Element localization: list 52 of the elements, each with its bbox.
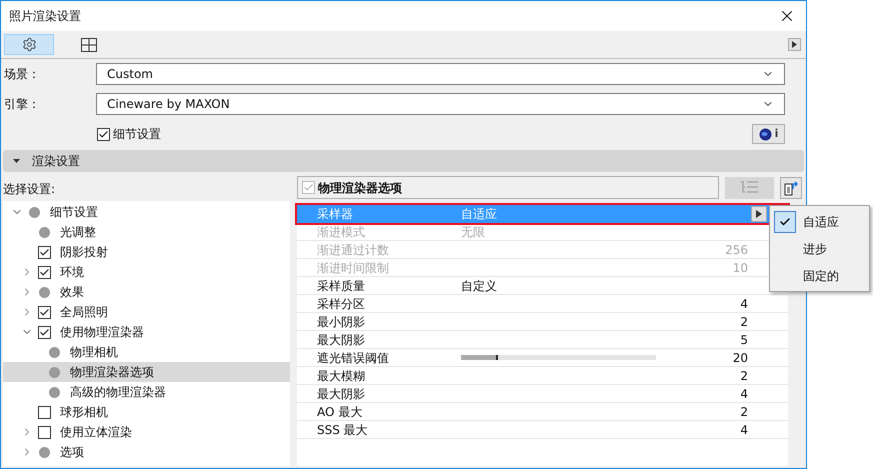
export-button[interactable] xyxy=(780,176,802,198)
tree-item[interactable]: 光调整 xyxy=(3,222,290,242)
grid-icon xyxy=(81,38,97,52)
property-row[interactable]: AO 最大 2 xyxy=(297,403,788,421)
checkbox[interactable] xyxy=(38,406,51,418)
property-row[interactable]: 最小阴影 2 xyxy=(297,313,788,331)
field-label: 场景： xyxy=(4,66,41,83)
menu-arrow-button[interactable] xyxy=(751,206,767,222)
property-row[interactable]: SSS 最大 4 xyxy=(297,421,788,439)
tree-item[interactable]: 使用物理渲染器 xyxy=(3,322,290,342)
tree-item[interactable]: 细节设置 xyxy=(3,202,290,222)
section-header[interactable]: 渲染设置 xyxy=(3,150,804,172)
dropdown[interactable]: Cineware by MAXON xyxy=(96,93,785,115)
window-title: 照片渲染设置 xyxy=(9,8,81,25)
tree-item[interactable]: 物理相机 xyxy=(3,342,290,362)
tree-item[interactable]: 高级的物理渲染器 xyxy=(3,382,290,402)
tree-item[interactable]: 选项 xyxy=(3,442,290,462)
checkbox[interactable] xyxy=(38,306,51,318)
checkbox[interactable] xyxy=(302,181,315,194)
checkbox[interactable] xyxy=(38,326,51,338)
checkbox-label[interactable]: 细节设置 xyxy=(97,125,161,143)
list-icon xyxy=(741,181,758,194)
checkbox[interactable] xyxy=(38,426,51,438)
select-label: 选择设置: xyxy=(3,180,56,198)
toolbar-tab[interactable] xyxy=(4,34,54,55)
tree-item[interactable]: 效果 xyxy=(3,282,290,302)
tree-item[interactable]: 球形相机 xyxy=(3,402,290,422)
property-row[interactable]: 最大阴影 4 xyxy=(297,385,788,403)
property-row[interactable]: 遮光错误阈值 20 xyxy=(297,349,788,367)
property-row[interactable]: 最大阴影 5 xyxy=(297,331,788,349)
property-row[interactable]: 采样分区 4 xyxy=(297,295,788,313)
tree-item[interactable]: 阴影投射 xyxy=(3,242,290,262)
field-label: 引擎： xyxy=(4,96,41,113)
tree-item[interactable]: 全局照明 xyxy=(3,302,290,322)
check-icon xyxy=(779,216,791,228)
checkbox[interactable] xyxy=(38,266,51,278)
collapse-icon xyxy=(13,159,20,163)
tree-item[interactable]: 物理渲染器选项 xyxy=(3,362,290,382)
panel-header: 物理渲染器选项 xyxy=(297,176,719,199)
engine-info-button[interactable]: i xyxy=(752,124,785,144)
checkbox[interactable] xyxy=(97,128,110,140)
settings-icon xyxy=(22,37,36,52)
sphere-icon xyxy=(758,128,772,140)
dropdown[interactable]: Custom xyxy=(96,63,785,85)
property-row[interactable]: 最大模糊 2 xyxy=(297,367,788,385)
slider-track[interactable] xyxy=(461,355,656,360)
checkbox[interactable] xyxy=(38,246,51,258)
play-icon[interactable] xyxy=(788,38,801,51)
export-icon xyxy=(783,180,799,196)
play-icon xyxy=(756,210,762,218)
tree-item[interactable]: 使用立体渲染 xyxy=(3,422,290,442)
tree-item[interactable]: 环境 xyxy=(3,262,290,282)
